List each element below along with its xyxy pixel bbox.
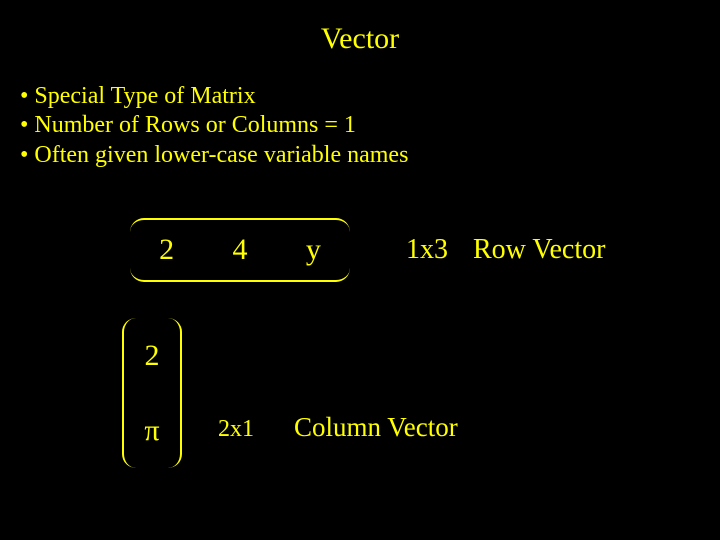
col-vector-cell: π <box>144 414 159 448</box>
row-vector-label: Row Vector <box>473 234 605 265</box>
col-vector-dim: 2x1 <box>218 416 254 443</box>
bullet-text: Number of Rows or Columns = 1 <box>34 112 356 138</box>
slide-title: Vector <box>0 22 720 56</box>
col-vector-group: 2 π <box>122 318 182 468</box>
row-vector-bracket: 2 4 y <box>130 218 350 282</box>
row-vector-label-group: 1x3 Row Vector <box>406 234 605 266</box>
row-vector-cell: 2 <box>159 233 174 267</box>
row-vector-group: 2 4 y 1x3 Row Vector <box>130 218 605 282</box>
col-vector-cells: 2 π <box>124 318 180 468</box>
col-vector-label-group: 2x1 Column Vector <box>218 412 458 443</box>
bullet-item: • Special Type of Matrix <box>20 82 408 111</box>
row-vector-cell: 4 <box>232 233 247 267</box>
row-vector-cell: y <box>306 233 321 267</box>
col-vector-cell: 2 <box>145 339 160 373</box>
bullet-list: • Special Type of Matrix • Number of Row… <box>20 82 408 170</box>
row-vector-dim: 1x3 <box>406 234 448 265</box>
slide: Vector • Special Type of Matrix • Number… <box>0 0 720 540</box>
row-vector-cells: 2 4 y <box>130 220 350 280</box>
bullet-item: • Often given lower-case variable names <box>20 141 408 170</box>
bullet-text: Special Type of Matrix <box>34 83 255 109</box>
col-vector-label: Column Vector <box>294 412 458 443</box>
col-vector-bracket: 2 π <box>122 318 182 468</box>
bullet-text: Often given lower-case variable names <box>34 142 408 168</box>
bullet-item: • Number of Rows or Columns = 1 <box>20 111 408 140</box>
